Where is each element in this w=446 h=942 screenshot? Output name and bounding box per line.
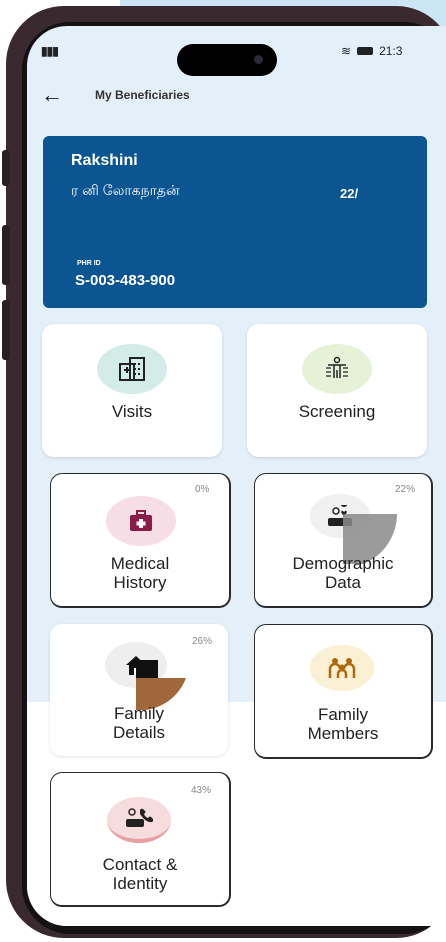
- demographic-data-percent: 22%: [395, 484, 416, 495]
- signal-icon: ▮▮▮: [41, 44, 59, 58]
- family-details-tile[interactable]: 26% Family Details: [50, 624, 228, 756]
- contact-identity-tile[interactable]: 43% Contact & Identity: [50, 772, 231, 907]
- contact-identity-label-line1: Contact &: [102, 855, 178, 874]
- phone-screen: ▮▮▮ ≋ 21:3 ← My Beneficiaries Rakshini ர…: [27, 26, 446, 926]
- battery-icon: [357, 47, 374, 55]
- family-members-label-line2: Members: [307, 724, 379, 743]
- medical-history-tile[interactable]: 0% Medical History: [50, 473, 231, 608]
- family-members-tile[interactable]: Family Members: [254, 624, 433, 759]
- contact-identity-label: Contact & Identity: [51, 855, 229, 893]
- phone-volume-down-button: [2, 300, 10, 360]
- first-aid-kit-icon: [106, 496, 176, 546]
- phr-id-label: PHR ID: [77, 260, 101, 267]
- medical-history-label-line1: Medical: [110, 554, 170, 573]
- camera-icon: [254, 55, 263, 64]
- family-members-label: Family Members: [255, 705, 431, 743]
- contact-identity-percent: 43%: [191, 785, 212, 796]
- family-details-label-line1: Family: [113, 704, 165, 723]
- medical-history-label: Medical History: [51, 554, 229, 592]
- status-indicators: ≋ 21:3: [341, 44, 402, 58]
- contact-phone-icon: [107, 797, 171, 843]
- page-title: My Beneficiaries: [95, 88, 190, 102]
- contact-identity-label-line2: Identity: [112, 874, 168, 893]
- back-arrow-icon[interactable]: ←: [41, 82, 63, 108]
- beneficiary-card[interactable]: Rakshini ர னி லோகநாதன் 22/ PHR ID S-003-…: [43, 136, 427, 308]
- demographic-data-tile[interactable]: 22% Demographic Data: [254, 473, 433, 608]
- demographic-data-label-line1: Demographic: [292, 554, 394, 573]
- status-time: 21:3: [379, 44, 403, 58]
- visits-tile[interactable]: Visits: [42, 324, 222, 457]
- demographic-data-label: Demographic Data: [255, 554, 431, 592]
- medical-history-label-line2: History: [113, 573, 167, 592]
- screening-tile[interactable]: Screening: [247, 324, 427, 457]
- screening-label: Screening: [298, 402, 376, 421]
- medical-history-percent: 0%: [195, 484, 210, 495]
- phone-volume-up-button: [2, 225, 10, 285]
- family-details-percent: 26%: [192, 636, 213, 647]
- beneficiary-name-tamil: ர னி லோகநாதன்: [71, 182, 180, 198]
- beneficiary-age: 22/: [340, 186, 359, 201]
- family-members-label-line1: Family: [317, 705, 369, 724]
- family-icon: [310, 645, 374, 691]
- family-details-label-line2: Details: [113, 723, 165, 742]
- wifi-icon: ≋: [341, 44, 352, 58]
- phr-id-value: S-003-483-900: [75, 272, 176, 289]
- hospital-icon: [97, 344, 167, 394]
- phone-side-button: [2, 150, 10, 186]
- dynamic-island: [177, 44, 277, 76]
- status-bar: ▮▮▮ ≋ 21:3: [27, 26, 446, 76]
- family-details-label: Family Details: [50, 704, 228, 742]
- app-header: ← My Beneficiaries: [27, 76, 446, 124]
- beneficiary-name: Rakshini: [71, 152, 138, 169]
- visits-label: Visits: [111, 402, 153, 421]
- demographic-data-label-line2: Data: [325, 573, 361, 592]
- progress-overlay: [136, 660, 186, 710]
- body-scan-icon: [302, 344, 372, 394]
